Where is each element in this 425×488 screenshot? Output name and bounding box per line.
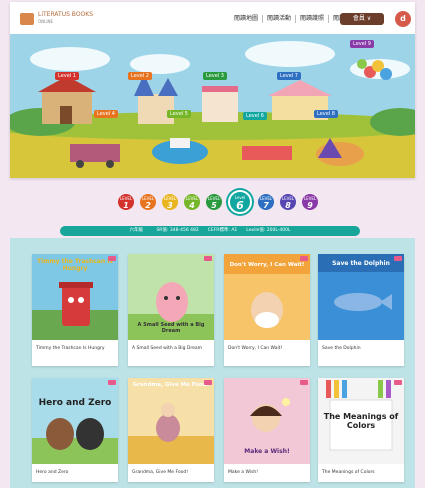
book-title: The Meanings of Colors: [322, 470, 375, 475]
reading-map-card: LiTERATUS BOOKS ONLINE 閱讀地圖 閱讀活動 閱讀護照 閱讀…: [10, 2, 415, 178]
level-selector: LEVEL 1 LEVEL 2 LEVEL 3 LEVEL 4 LEVEL 5 Level…: [110, 190, 320, 218]
book-title: Make a Wish!: [228, 470, 259, 475]
level-button-8[interactable]: LEVEL 8: [280, 194, 296, 210]
logo-icon[interactable]: [20, 13, 34, 25]
book-cover[interactable]: Make a Wish!: [224, 378, 310, 464]
logo-text[interactable]: LiTERATUS BOOKS: [38, 11, 93, 18]
grandma-illustration: [128, 403, 214, 464]
map-tag-level-4[interactable]: Level 4: [94, 110, 118, 118]
book-cover[interactable]: Don't Worry, I Can Wait!: [224, 254, 310, 340]
bookmark-icon[interactable]: [300, 256, 308, 261]
book-grid: Timmy the Trashcan Is Hungry Timmy the T…: [10, 238, 415, 488]
nav-link-reading-passport[interactable]: 閱讀護照: [296, 15, 330, 23]
book-cover[interactable]: A Small Seed with a Big Dream: [128, 254, 214, 340]
book-card[interactable]: The Meanings of Colors The Meanings of C…: [318, 378, 404, 482]
reading-map-scene: Level 1 Level 2 Level 3 Level 4 Level 5 …: [10, 34, 415, 178]
cover-title: Timmy the Trashcan Is Hungry: [36, 258, 113, 272]
bookmark-icon[interactable]: [204, 256, 212, 261]
book-card[interactable]: Hero and Zero Hero and Zero: [32, 378, 118, 482]
dogs-illustration: [32, 418, 118, 464]
book-card[interactable]: Grandma, Give Me Food! Grandma, Give Me …: [128, 378, 214, 482]
map-tag-level-1[interactable]: Level 1: [55, 72, 79, 80]
level-button-9[interactable]: LEVEL 9: [302, 194, 318, 210]
level-button-1[interactable]: LEVEL 1: [118, 194, 134, 210]
bookmark-icon[interactable]: [108, 256, 116, 261]
level-button-7[interactable]: LEVEL 7: [258, 194, 274, 210]
cover-title: Grandma, Give Me Food!: [132, 382, 210, 388]
level-button-3[interactable]: LEVEL 3: [162, 194, 178, 210]
book-card[interactable]: Don't Worry, I Can Wait! Don't Worry, I …: [224, 254, 310, 366]
nav-link-reading-map[interactable]: 閱讀地圖: [230, 15, 264, 23]
cover-title: Don't Worry, I Can Wait!: [229, 262, 305, 268]
map-tag-level-7[interactable]: Level 7: [277, 72, 301, 80]
cover-title: Hero and Zero: [38, 398, 112, 408]
book-title: Grandma, Give Me Food!: [132, 470, 189, 475]
bookmark-icon[interactable]: [394, 256, 402, 261]
bookmark-icon[interactable]: [300, 380, 308, 385]
book-title: A Small Seed with a Big Dream: [132, 346, 203, 351]
map-illustration: [10, 34, 415, 178]
book-card[interactable]: Make a Wish! Make a Wish!: [224, 378, 310, 482]
level-button-number: 6: [236, 199, 244, 212]
book-cover[interactable]: Save the Dolphin: [318, 254, 404, 340]
map-tag-level-3[interactable]: Level 3: [203, 72, 227, 80]
book-card[interactable]: A Small Seed with a Big Dream A Small Se…: [128, 254, 214, 366]
level-button-number: 8: [285, 201, 291, 210]
book-title: Timmy the Trashcan Is Hungry: [36, 346, 105, 351]
level-button-6-active[interactable]: Level 6: [228, 190, 252, 214]
map-tag-level-2[interactable]: Level 2: [128, 72, 152, 80]
book-title: Save the Dolphin: [322, 346, 361, 351]
level-button-5[interactable]: LEVEL 5: [206, 194, 222, 210]
top-navbar: LiTERATUS BOOKS ONLINE 閱讀地圖 閱讀活動 閱讀護照 閱讀…: [10, 2, 415, 34]
cover-title: The Meanings of Colors: [323, 412, 399, 430]
map-tag-level-6[interactable]: Level 6: [243, 112, 267, 120]
level-button-number: 1: [123, 201, 129, 210]
book-cover[interactable]: Grandma, Give Me Food!: [128, 378, 214, 464]
bookmark-icon[interactable]: [108, 380, 116, 385]
map-tag-level-5[interactable]: Level 5: [167, 110, 191, 118]
map-tag-level-8[interactable]: Level 8: [314, 110, 338, 118]
bookmark-icon[interactable]: [204, 380, 212, 385]
level-button-number: 5: [211, 201, 217, 210]
level-button-2[interactable]: LEVEL 2: [140, 194, 156, 210]
book-title: Don't Worry, I Can Wait!: [228, 346, 283, 351]
level-button-number: 4: [189, 201, 195, 210]
book-card[interactable]: Save the Dolphin Save the Dolphin: [318, 254, 404, 366]
level-button-number: 3: [167, 201, 173, 210]
logo-subtext: ONLINE: [38, 19, 54, 24]
nav-link-reading-activities[interactable]: 閱讀活動: [263, 15, 297, 23]
cover-title: Save the Dolphin: [332, 260, 390, 267]
bookmark-icon[interactable]: [394, 380, 402, 385]
level-info-bar: 六年級 SR值: 348-456 482 CEFR標準: A1 Lexile值:…: [60, 226, 360, 236]
book-title: Hero and Zero: [36, 470, 69, 475]
map-tag-level-9[interactable]: Level 9: [350, 40, 374, 48]
level-button-number: 2: [145, 201, 151, 210]
book-cover[interactable]: Hero and Zero: [32, 378, 118, 464]
book-cover[interactable]: Timmy the Trashcan Is Hungry: [32, 254, 118, 340]
book-card[interactable]: Timmy the Trashcan Is Hungry Timmy the T…: [32, 254, 118, 366]
level-button-number: 7: [263, 201, 269, 210]
level-button-4[interactable]: LEVEL 4: [184, 194, 200, 210]
book-cover[interactable]: The Meanings of Colors: [318, 378, 404, 464]
avatar[interactable]: d: [395, 11, 411, 27]
cover-title: A Small Seed with a Big Dream: [137, 322, 205, 334]
cover-title: Make a Wish!: [244, 448, 290, 455]
member-dropdown-button[interactable]: 會員 ∨: [340, 13, 384, 25]
level-button-number: 9: [307, 201, 313, 210]
